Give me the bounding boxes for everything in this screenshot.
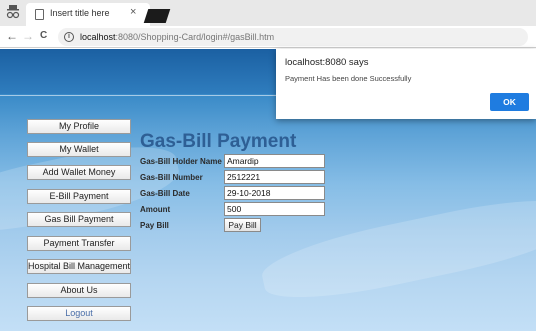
sidebar-item-about-us[interactable]: About Us [27,283,131,298]
sidebar-item-e-bill-payment[interactable]: E-Bill Payment [27,189,131,204]
document-icon [35,9,44,20]
forward-icon[interactable]: → [22,29,34,43]
bill-number-field[interactable]: 2512221 [224,170,325,184]
url-text: localhost:8080/Shopping-Card/login#/gasB… [80,32,274,42]
url-path: :8080/Shopping-Card/login#/gasBill.htm [115,32,275,42]
tab-close-icon[interactable]: × [130,6,136,18]
sidebar-item-logout[interactable]: Logout [27,306,131,321]
back-icon[interactable]: ← [6,29,18,43]
amount-label: Amount [140,205,171,214]
holder-name-field[interactable]: Amardip [224,154,325,168]
info-icon[interactable]: i [64,32,74,42]
bill-date-label: Gas-Bill Date [140,189,190,198]
incognito-icon [6,5,20,19]
dialog-title: localhost:8080 says [285,57,369,68]
reload-icon[interactable]: C [40,29,47,43]
sidebar-item-add-wallet-money[interactable]: Add Wallet Money [27,165,131,180]
address-bar[interactable]: i localhost:8080/Shopping-Card/login#/ga… [58,28,528,46]
sidebar-item-my-profile[interactable]: My Profile [27,119,131,134]
browser-tab[interactable]: Insert title here × [26,3,150,26]
dialog-message: Payment Has been done Successfully [285,74,412,83]
sidebar-item-my-wallet[interactable]: My Wallet [27,142,131,157]
url-host: localhost [80,32,116,42]
alert-dialog: localhost:8080 says Payment Has been don… [276,49,536,119]
pay-bill-label: Pay Bill [140,221,169,230]
page-title: Gas-Bill Payment [140,131,297,152]
bill-number-label: Gas-Bill Number [140,173,203,182]
sidebar-item-hospital-bill-management[interactable]: Hospital Bill Management [27,259,131,274]
holder-name-label: Gas-Bill Holder Name [140,157,222,166]
sidebar-item-gas-bill-payment[interactable]: Gas Bill Payment [27,212,131,227]
pay-bill-button[interactable]: Pay Bill [224,218,261,232]
bill-date-field[interactable]: 29-10-2018 [224,186,325,200]
sidebar-item-payment-transfer[interactable]: Payment Transfer [27,236,131,251]
browser-tabstrip: Insert title here × [0,0,536,26]
tab-title: Insert title here [50,8,110,18]
amount-field[interactable]: 500 [224,202,325,216]
browser-toolbar: ← → C i localhost:8080/Shopping-Card/log… [0,26,536,48]
new-tab-button[interactable] [143,9,171,23]
ok-button[interactable]: OK [490,93,529,111]
